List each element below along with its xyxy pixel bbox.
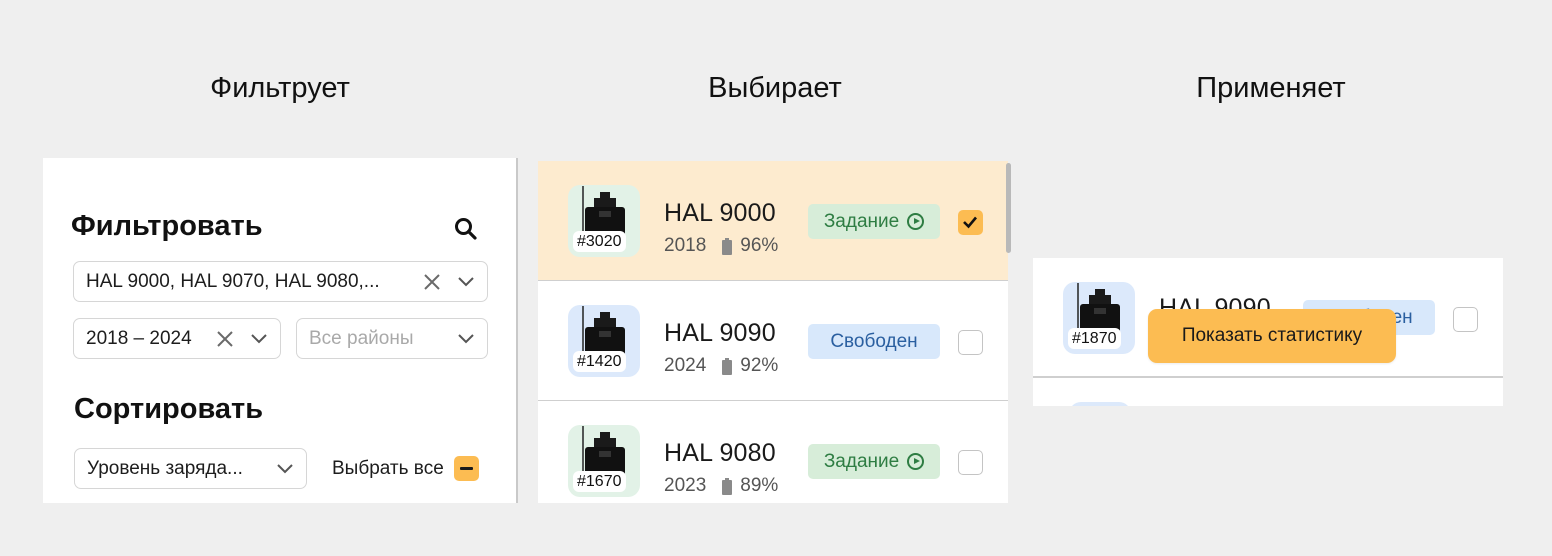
model-select[interactable]: HAL 9000, HAL 9070, HAL 9080,...	[73, 261, 488, 302]
chevron-down-icon[interactable]	[455, 328, 477, 350]
row-checkbox[interactable]	[1453, 307, 1478, 332]
robot-id: #3020	[573, 231, 626, 252]
robot-battery: 89%	[740, 475, 779, 496]
heading-select: Выбирает	[708, 72, 842, 104]
year-select[interactable]: 2018 – 2024	[73, 318, 281, 359]
robot-id: #1870	[1068, 328, 1121, 349]
row-checkbox[interactable]	[958, 210, 983, 235]
play-icon	[907, 453, 925, 470]
play-icon	[907, 213, 925, 230]
sort-select[interactable]: Уровень заряда...	[74, 448, 307, 489]
status-badge[interactable]: Задание	[808, 204, 940, 239]
district-select-placeholder: Все районы	[309, 327, 414, 349]
battery-icon	[722, 477, 733, 495]
robot-list: #3020 HAL 9000 2018 96% Задание #1420 HA…	[538, 161, 1008, 503]
robot-meta: 2023 89%	[664, 475, 778, 497]
status-label: Задание	[823, 210, 900, 232]
robot-thumbnail: #1870	[1063, 282, 1135, 354]
filter-title: Фильтровать	[71, 210, 263, 242]
district-select[interactable]: Все районы	[296, 318, 488, 359]
robot-battery: 96%	[740, 235, 779, 256]
list-scrollbar[interactable]	[1006, 163, 1011, 253]
robot-meta: 2018 96%	[664, 235, 778, 257]
filter-panel: Фильтровать HAL 9000, HAL 9070, HAL 9080…	[43, 158, 518, 503]
panel-divider	[516, 158, 518, 503]
clear-icon[interactable]	[214, 328, 236, 350]
heading-filter: Фильтрует	[210, 72, 350, 104]
chevron-down-icon[interactable]	[248, 328, 270, 350]
chevron-down-icon[interactable]	[274, 458, 296, 480]
status-label: Задание	[823, 450, 900, 472]
status-label: Свободен	[830, 330, 918, 352]
model-select-value: HAL 9000, HAL 9070, HAL 9080,...	[86, 270, 380, 292]
year-select-value: 2018 – 2024	[86, 327, 192, 349]
robot-thumbnail: #1420	[568, 305, 640, 377]
list-item[interactable]: #1670 HAL 9080 2023 89% Задание	[538, 401, 1008, 503]
indeterminate-checkbox[interactable]	[453, 456, 479, 481]
sort-select-value: Уровень заряда...	[87, 457, 243, 479]
robot-year: 2018	[664, 235, 707, 256]
chevron-down-icon[interactable]	[455, 271, 477, 293]
robot-year: 2024	[664, 355, 707, 376]
select-all-toggle[interactable]: Выбрать все	[332, 456, 479, 481]
battery-icon	[722, 237, 733, 255]
list-item[interactable]: #1420 HAL 9090 2024 92% Свободен	[538, 281, 1008, 401]
row-divider	[1033, 376, 1503, 378]
robot-meta: 2024 92%	[664, 355, 778, 377]
row-checkbox[interactable]	[958, 450, 983, 475]
status-badge[interactable]: Свободен	[808, 324, 940, 359]
robot-id: #1670	[573, 471, 626, 492]
robot-year: 2023	[664, 475, 707, 496]
robot-thumbnail: #3020	[568, 185, 640, 257]
clear-icon[interactable]	[421, 271, 443, 293]
robot-name: HAL 9090	[664, 319, 776, 347]
robot-thumbnail	[1069, 402, 1131, 406]
robot-name: HAL 9080	[664, 439, 776, 467]
select-all-label: Выбрать все	[332, 457, 444, 479]
robot-name: HAL 9000	[664, 199, 776, 227]
status-badge[interactable]: Задание	[808, 444, 940, 479]
search-icon[interactable]	[453, 216, 479, 242]
robot-thumbnail: #1670	[568, 425, 640, 497]
robot-battery: 92%	[740, 355, 779, 376]
sort-title: Сортировать	[74, 393, 264, 425]
show-stats-button[interactable]: Показать статистику	[1148, 309, 1396, 363]
row-checkbox[interactable]	[958, 330, 983, 355]
list-item[interactable]: #3020 HAL 9000 2018 96% Задание	[538, 161, 1008, 281]
checkmark-icon	[963, 216, 977, 229]
heading-apply: Применяет	[1196, 72, 1346, 104]
battery-icon	[722, 357, 733, 375]
robot-id: #1420	[573, 351, 626, 372]
